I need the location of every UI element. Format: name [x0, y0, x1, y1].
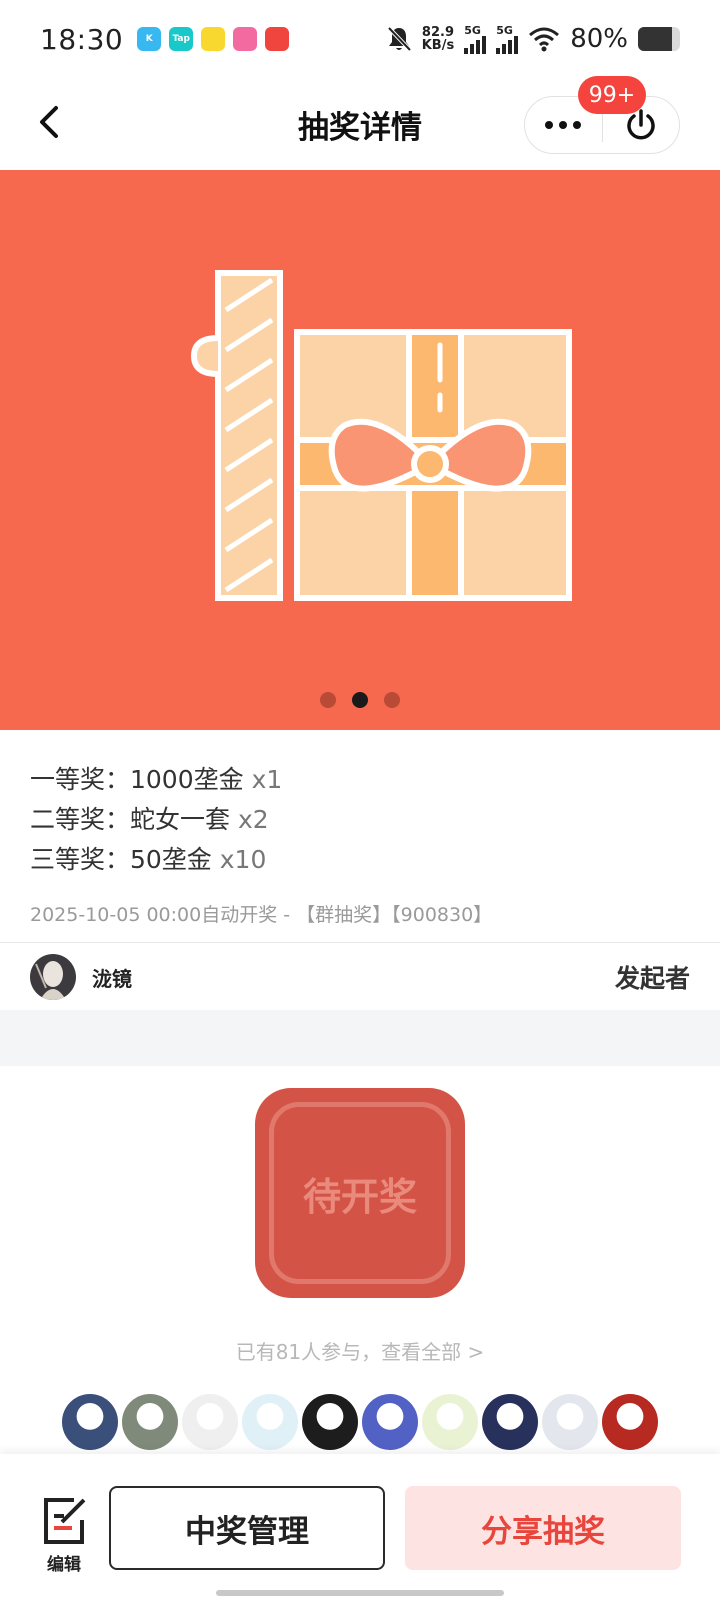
home-indicator[interactable] — [216, 1590, 504, 1596]
app-red-icon — [265, 27, 290, 51]
participant-avatar-9[interactable] — [542, 1394, 598, 1450]
prize-label: 一等奖：1000垄金 — [30, 765, 252, 794]
carousel-indicator — [0, 692, 720, 708]
status-indicators: 82.9 KB/s 5G 5G 80% — [386, 24, 680, 54]
initiator-avatar-image — [30, 954, 76, 1000]
net-speed-unit: KB/s — [421, 38, 455, 53]
back-button[interactable] — [30, 102, 70, 142]
initiator-row[interactable]: 泷镜 发起者 — [30, 952, 690, 1002]
page-title: 抽奖详情 — [298, 109, 422, 146]
participant-avatar-8[interactable] — [482, 1394, 538, 1450]
avatar — [30, 954, 76, 1000]
bottom-action-bar: 编辑 中奖管理 分享抽奖 — [0, 1454, 720, 1600]
wifi-icon — [529, 27, 560, 52]
net-speed: 82.9 KB/s — [422, 26, 454, 52]
prize-label: 二等奖：蛇女一套 — [30, 805, 238, 834]
prize-quantity: x10 — [219, 845, 267, 874]
taptap-app-icon: Tap — [169, 27, 194, 51]
edit-label: 编辑 — [47, 1555, 81, 1575]
draw-status-button[interactable]: 待开奖 — [255, 1088, 465, 1298]
more-dots-icon — [545, 121, 582, 129]
prize-label: 三等奖：50垄金 — [30, 845, 220, 874]
notification-app-icons: K Tap — [137, 27, 290, 51]
signal-label-1: 5G — [464, 23, 481, 37]
signal-bars-icon — [464, 35, 487, 54]
prize-banner-carousel[interactable] — [0, 170, 720, 730]
share-lottery-button[interactable]: 分享抽奖 — [405, 1486, 681, 1570]
status-bar: 18:30 K Tap 82.9 KB/s 5G 5G 80% — [0, 0, 720, 78]
carousel-dot — [384, 692, 400, 708]
participant-avatar-3[interactable] — [182, 1394, 238, 1450]
kuaishou-app-icon: K — [137, 27, 162, 51]
prize-list: 一等奖：1000垄金 x1 二等奖：蛇女一套 x2 三等奖：50垄金 x10 — [30, 760, 282, 880]
prize-item: 二等奖：蛇女一套 x2 — [30, 800, 282, 840]
notification-badge: 99+ — [578, 76, 646, 114]
participant-avatar-2[interactable] — [122, 1394, 178, 1450]
edit-button[interactable]: 编辑 — [36, 1496, 92, 1586]
battery-percent: 80% — [570, 24, 628, 54]
participant-avatar-10[interactable] — [602, 1394, 658, 1450]
app-yellow-icon — [201, 27, 226, 51]
edit-icon — [44, 1498, 86, 1544]
draw-status-inner-frame: 待开奖 — [269, 1102, 451, 1284]
cell-signal-2: 5G — [496, 23, 519, 54]
prize-quantity: x2 — [237, 805, 269, 834]
prize-item: 一等奖：1000垄金 x1 — [30, 760, 282, 800]
carousel-dot — [352, 692, 368, 708]
initiator-name: 泷镜 — [92, 966, 132, 991]
bell-muted-icon — [387, 26, 412, 52]
section-gap — [0, 1010, 720, 1066]
participant-avatars[interactable] — [62, 1394, 658, 1450]
participant-avatar-4[interactable] — [242, 1394, 298, 1450]
cell-signal-1: 5G — [464, 23, 487, 54]
battery-fill — [638, 27, 672, 51]
draw-meta-info: 2025-10-05 00:00自动开奖 - 【群抽奖】【900830】 — [30, 904, 493, 926]
chevron-left-icon — [40, 106, 58, 138]
participant-avatar-7[interactable] — [422, 1394, 478, 1450]
signal-label-2: 5G — [496, 23, 513, 37]
draw-status-label: 待开奖 — [302, 1174, 417, 1219]
battery-icon — [638, 27, 680, 51]
participant-avatar-6[interactable] — [362, 1394, 418, 1450]
prize-item: 三等奖：50垄金 x10 — [30, 840, 282, 880]
gift-box-illustration — [190, 270, 572, 601]
participants-link[interactable]: 已有81人参与，查看全部 > — [0, 1336, 720, 1365]
prize-quantity: x1 — [251, 765, 283, 794]
initiator-role-label: 发起者 — [614, 964, 690, 993]
carousel-dot — [320, 692, 336, 708]
winner-management-button[interactable]: 中奖管理 — [109, 1486, 385, 1570]
participant-avatar-1[interactable] — [62, 1394, 118, 1450]
divider — [0, 942, 720, 943]
signal-bars-icon — [496, 35, 519, 54]
participant-avatar-5[interactable] — [302, 1394, 358, 1450]
app-pink-icon — [233, 27, 258, 51]
status-time: 18:30 — [40, 22, 124, 56]
